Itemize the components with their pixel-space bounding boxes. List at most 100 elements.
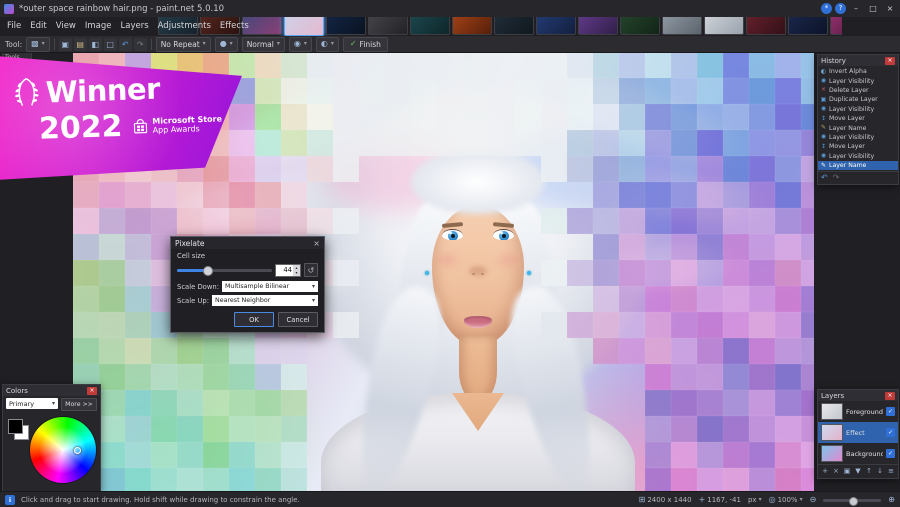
- close-icon[interactable]: ×: [885, 56, 895, 65]
- canvas-pixel-block: [671, 338, 697, 364]
- layer-row[interactable]: Effect ✓: [818, 422, 898, 443]
- redo-icon[interactable]: ↷: [833, 174, 840, 182]
- menu-item-effects[interactable]: Effects: [216, 20, 253, 32]
- canvas-pixel-block: [671, 416, 697, 442]
- canvas-pixel-block: [619, 78, 645, 104]
- canvas-pixel-block: [645, 286, 671, 312]
- cell-size-slider-thumb[interactable]: [203, 265, 214, 276]
- primary-color-swatch[interactable]: [8, 419, 23, 434]
- settings-icon[interactable]: *: [821, 2, 832, 14]
- undo-icon[interactable]: ↶: [118, 37, 132, 51]
- history-item[interactable]: ↕ Move Layer: [818, 114, 898, 123]
- history-item[interactable]: ✎ Layer Name: [818, 160, 898, 171]
- history-item[interactable]: × Delete Layer: [818, 86, 898, 95]
- canvas-pixel-block: [255, 156, 281, 182]
- finish-button[interactable]: ✓ Finish: [342, 36, 388, 52]
- duplicate-layer-icon[interactable]: ▣: [843, 468, 851, 475]
- canvas-pixel-block: [151, 208, 177, 234]
- color-wheel-selector[interactable]: [74, 447, 81, 454]
- color-wheel[interactable]: [30, 417, 96, 483]
- scale-up-label: Scale Up:: [177, 296, 210, 305]
- canvas-pixel-block: [775, 156, 801, 182]
- canvas-pixel-block: [411, 130, 437, 156]
- scale-down-dropdown[interactable]: Multisample Bilinear ▾: [222, 281, 318, 292]
- zoom-slider[interactable]: [823, 496, 882, 506]
- image-size-icon: ⊞: [638, 495, 646, 504]
- layer-row[interactable]: Foreground ✓: [818, 401, 898, 422]
- close-button[interactable]: ×: [883, 2, 897, 14]
- minimize-button[interactable]: –: [849, 2, 863, 14]
- zoom-in-icon[interactable]: ⊕: [888, 496, 895, 504]
- menu-item-file[interactable]: File: [3, 20, 25, 32]
- history-item[interactable]: ◉ Layer Visibility: [818, 152, 898, 161]
- zoom-out-icon[interactable]: ⊖: [810, 496, 817, 504]
- tool-chooser-dropdown[interactable]: ▩ ▾: [26, 36, 50, 52]
- close-icon[interactable]: ×: [885, 391, 895, 400]
- unit-dropdown[interactable]: px ▾: [748, 496, 762, 504]
- history-item[interactable]: ↕ Move Layer: [818, 142, 898, 151]
- more-button[interactable]: More >>: [61, 398, 97, 411]
- copy-icon[interactable]: ▣: [58, 37, 72, 51]
- color-target-dropdown[interactable]: Primary ▾: [6, 398, 58, 409]
- canvas-pixel-block: [801, 364, 814, 390]
- history-item[interactable]: ✎ Layer Name: [818, 123, 898, 132]
- history-item[interactable]: ◉ Layer Visibility: [818, 133, 898, 142]
- menu-item-adjustments[interactable]: Adjustments: [154, 20, 215, 32]
- reset-icon[interactable]: ↺: [304, 263, 318, 277]
- cell-size-spinner[interactable]: ▴ ▾: [293, 264, 300, 276]
- canvas-pixel-block: [515, 130, 541, 156]
- cell-size-value[interactable]: 44: [276, 265, 293, 276]
- layer-visibility-checkbox[interactable]: ✓: [886, 407, 895, 416]
- canvas-pixel-block: [99, 390, 125, 416]
- canvas-pixel-block: [671, 130, 697, 156]
- undo-icon[interactable]: ↶: [821, 174, 828, 182]
- close-icon[interactable]: ×: [313, 239, 320, 248]
- brush-width-dropdown[interactable]: ● ▾: [214, 36, 238, 52]
- help-icon[interactable]: ?: [835, 2, 846, 14]
- spinner-down-icon[interactable]: ▾: [293, 270, 300, 276]
- move-layer-down-icon[interactable]: ↓: [876, 468, 884, 475]
- layer-row[interactable]: Background ✓: [818, 443, 898, 464]
- canvas-pixel-block: [697, 52, 723, 78]
- history-item[interactable]: ◉ Layer Visibility: [818, 76, 898, 85]
- menu-item-image[interactable]: Image: [81, 20, 116, 32]
- redo-icon[interactable]: ↷: [133, 37, 147, 51]
- layer-name: Effect: [846, 428, 865, 437]
- canvas-pixel-block: [723, 468, 749, 491]
- repeat-mode-dropdown[interactable]: No Repeat ▾: [155, 36, 211, 52]
- menu-item-view[interactable]: View: [52, 20, 80, 32]
- menu-item-layers[interactable]: Layers: [117, 20, 153, 32]
- layer-visibility-checkbox[interactable]: ✓: [886, 449, 895, 458]
- canvas-pixel-block: [619, 130, 645, 156]
- badge-year-text: 2022: [38, 108, 124, 147]
- cancel-button[interactable]: Cancel: [278, 312, 318, 327]
- zoom-dropdown[interactable]: ◎ 100% ▾: [769, 496, 803, 505]
- rename-layer-icon: ✎: [820, 161, 827, 169]
- history-item[interactable]: ▣ Duplicate Layer: [818, 95, 898, 104]
- antialias-dropdown[interactable]: ◉ ▾: [288, 36, 312, 52]
- chevron-down-icon: ▾: [41, 40, 45, 47]
- cell-size-input[interactable]: 44 ▴ ▾: [275, 263, 301, 277]
- blend-mode-dropdown[interactable]: Normal ▾: [241, 36, 285, 52]
- layer-visibility-checkbox[interactable]: ✓: [886, 428, 895, 437]
- move-layer-up-icon[interactable]: ↑: [865, 468, 873, 475]
- zoom-slider-thumb[interactable]: [849, 496, 859, 506]
- canvas-pixel-block: [333, 104, 359, 130]
- delete-layer-icon[interactable]: ×: [832, 468, 840, 475]
- scale-up-dropdown[interactable]: Nearest Neighbor ▾: [212, 295, 318, 306]
- menu-item-edit[interactable]: Edit: [26, 20, 50, 32]
- layer-properties-icon[interactable]: ≡: [887, 468, 895, 475]
- close-icon[interactable]: ×: [87, 386, 97, 395]
- paste-icon[interactable]: ▤: [73, 37, 87, 51]
- merge-down-icon[interactable]: ▼: [854, 468, 862, 475]
- crop-icon[interactable]: ◧: [88, 37, 102, 51]
- quality-dropdown[interactable]: ◐ ▾: [315, 36, 339, 52]
- cell-size-slider[interactable]: [177, 265, 272, 276]
- deselect-icon[interactable]: □: [103, 37, 117, 51]
- ok-button[interactable]: OK: [234, 312, 274, 327]
- maximize-button[interactable]: □: [866, 2, 880, 14]
- history-item[interactable]: ◉ Layer Visibility: [818, 105, 898, 114]
- canvas-pixel-block: [489, 104, 515, 130]
- history-item[interactable]: ◐ Invert Alpha: [818, 67, 898, 76]
- add-layer-icon[interactable]: +: [821, 468, 829, 475]
